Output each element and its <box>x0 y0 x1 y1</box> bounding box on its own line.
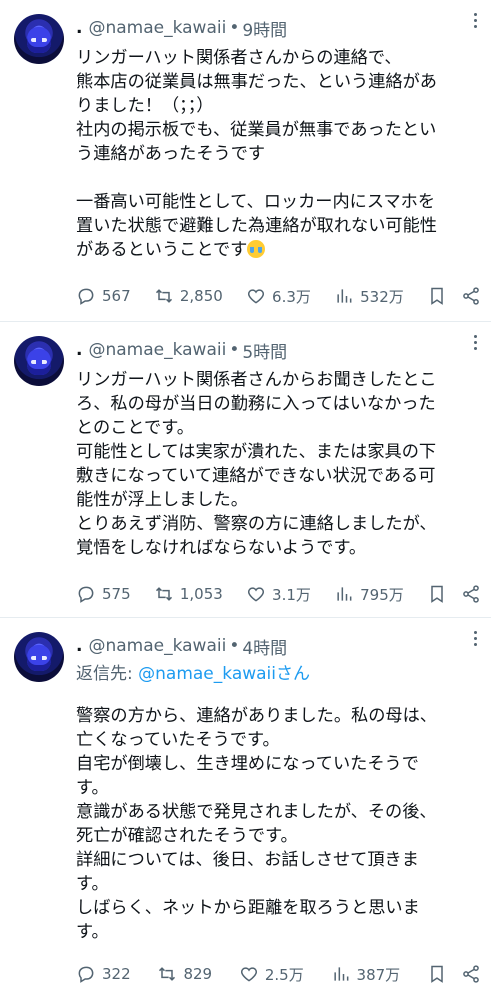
reply-count: 322 <box>102 965 131 983</box>
tweet-text: 警察の方から、連絡がありました。私の母は、 亡くなっていたそうです。 自宅が倒壊… <box>76 706 437 942</box>
reply-button[interactable]: 575 <box>76 584 131 604</box>
tweet-2[interactable]: . @namae_kawaii • 5時間 リンガーハット関係者さんからお聞きし… <box>0 322 491 618</box>
reply-count: 567 <box>102 287 131 305</box>
retweet-button[interactable]: 1,053 <box>154 584 223 604</box>
bookmark-icon[interactable] <box>427 584 447 604</box>
like-button[interactable]: 3.1万 <box>246 584 311 605</box>
action-bar: 575 1,053 3.1万 795万 <box>76 582 481 606</box>
bookmark-icon[interactable] <box>427 964 447 984</box>
display-name[interactable]: . <box>76 636 82 656</box>
retweet-icon <box>155 587 172 601</box>
tweet-text-content: リンガーハット関係者さんからの連絡で、 熊本店の従業員は無事だった、という連絡が… <box>76 48 437 260</box>
like-icon <box>248 289 265 304</box>
like-count: 3.1万 <box>272 585 311 604</box>
retweet-icon <box>159 967 176 981</box>
retweet-count: 1,053 <box>179 585 223 603</box>
avatar[interactable] <box>14 336 64 386</box>
retweet-count: 2,850 <box>179 287 223 305</box>
views-count: 532万 <box>360 287 404 306</box>
reply-icon <box>78 288 94 305</box>
timestamp[interactable]: 5時間 <box>242 338 287 363</box>
tweet-header: . @namae_kawaii • 9時間 <box>76 16 475 41</box>
retweet-button[interactable]: 829 <box>157 964 212 984</box>
user-handle[interactable]: @namae_kawaii <box>88 340 226 360</box>
user-handle[interactable]: @namae_kawaii <box>88 636 226 656</box>
avatar[interactable] <box>14 14 64 64</box>
tweet-1[interactable]: . @namae_kawaii • 9時間 リンガーハット関係者さんからの連絡で… <box>0 0 491 322</box>
like-count: 2.5万 <box>264 965 304 984</box>
tweet-3[interactable]: . @namae_kawaii • 4時間 返信先: @namae_kawaii… <box>0 618 491 1000</box>
reply-icon <box>78 966 94 983</box>
reply-count: 575 <box>102 585 131 603</box>
like-button[interactable]: 2.5万 <box>239 964 304 985</box>
loudly-crying-face-icon <box>247 240 266 258</box>
share-icon[interactable] <box>461 584 481 604</box>
reply-button[interactable]: 567 <box>76 286 131 306</box>
separator: • <box>229 340 240 360</box>
action-bar: 567 2,850 6.3万 532万 <box>76 284 481 308</box>
views-icon <box>333 967 348 981</box>
tweet-text: リンガーハット関係者さんからの連絡で、 熊本店の従業員は無事だった、という連絡が… <box>76 46 475 262</box>
reply-to-prefix: 返信先: <box>76 664 139 684</box>
separator: • <box>229 18 240 38</box>
tweet-header: . @namae_kawaii • 5時間 <box>76 338 475 363</box>
like-count: 6.3万 <box>272 287 311 306</box>
views-icon <box>337 289 352 303</box>
views-button[interactable]: 532万 <box>334 286 404 307</box>
views-button[interactable]: 795万 <box>334 584 404 605</box>
like-button[interactable]: 6.3万 <box>246 286 311 307</box>
display-name[interactable]: . <box>76 340 82 360</box>
tweet-header: . @namae_kawaii • 4時間 <box>76 634 475 659</box>
retweet-button[interactable]: 2,850 <box>154 286 223 306</box>
bookmark-icon[interactable] <box>427 286 447 306</box>
views-count: 387万 <box>356 965 401 984</box>
display-name[interactable]: . <box>76 18 82 38</box>
reply-button[interactable]: 322 <box>76 964 131 984</box>
user-handle[interactable]: @namae_kawaii <box>88 18 226 38</box>
reply-to-suffix[interactable]: さん <box>276 664 310 684</box>
reply-to-mention[interactable]: @namae_kawaii <box>138 664 276 684</box>
retweet-icon <box>155 289 172 303</box>
separator: • <box>229 636 240 656</box>
reply-icon <box>78 586 94 603</box>
like-icon <box>248 587 265 602</box>
reply-to-line: 返信先: @namae_kawaiiさん <box>76 662 475 686</box>
share-icon[interactable] <box>461 964 481 984</box>
avatar[interactable] <box>14 632 64 682</box>
share-icon[interactable] <box>461 286 481 306</box>
views-icon <box>337 587 352 601</box>
like-icon <box>240 967 257 982</box>
timestamp[interactable]: 4時間 <box>242 634 287 659</box>
tweet-text: リンガーハット関係者さんからお聞きしたとこ ろ、私の母が当日の勤務に入ってはいな… <box>76 370 437 558</box>
action-bar: 322 829 2.5万 387万 <box>76 962 481 986</box>
views-button[interactable]: 387万 <box>331 964 401 985</box>
views-count: 795万 <box>360 585 404 604</box>
timestamp[interactable]: 9時間 <box>242 16 287 41</box>
retweet-count: 829 <box>183 965 213 983</box>
